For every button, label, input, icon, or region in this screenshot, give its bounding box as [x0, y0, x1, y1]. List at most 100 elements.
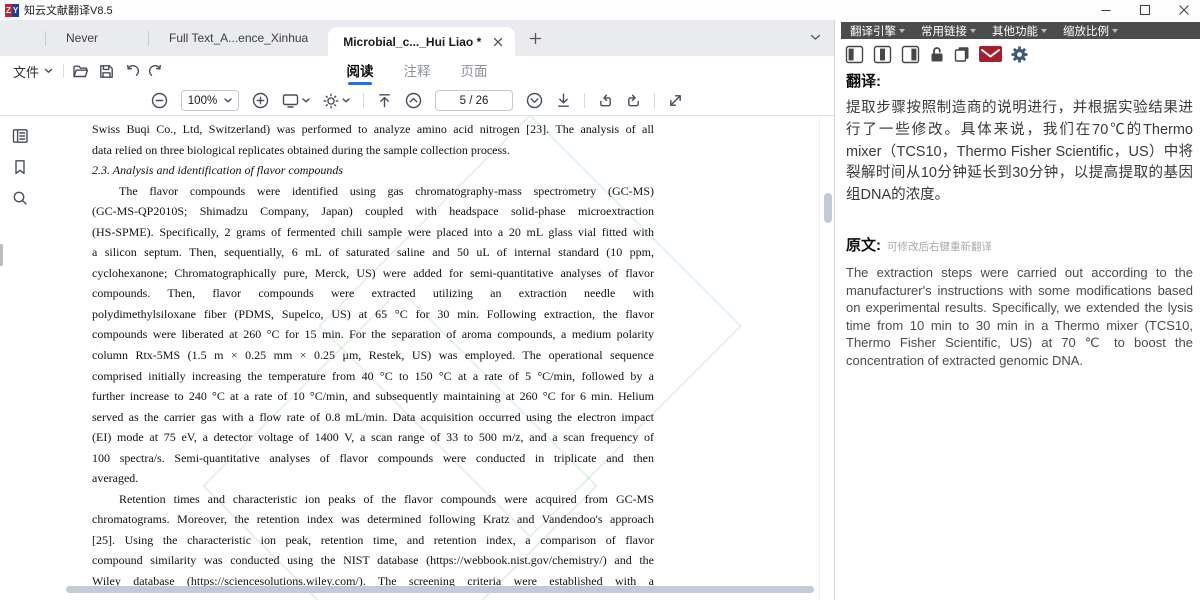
unlock-icon[interactable]	[929, 46, 945, 63]
go-to-top-icon[interactable]	[377, 93, 392, 108]
tab-read[interactable]: 阅读	[347, 56, 374, 86]
document-line[interactable]: averaged.	[92, 468, 654, 489]
rotate-right-icon[interactable]	[626, 93, 641, 108]
zoom-level-value: 100%	[188, 95, 217, 107]
horizontal-scrollbar-thumb[interactable]	[66, 586, 814, 593]
menu-translation-engine[interactable]: 翻译引擎	[850, 23, 905, 39]
minimize-button[interactable]	[1100, 4, 1112, 16]
toolbar-divider	[584, 93, 585, 108]
document-line[interactable]: served as the carrier gas with a flow ra…	[92, 407, 654, 428]
document-line[interactable]: cyclohexanone; Chromatographically pure,…	[92, 263, 654, 284]
vertical-scrollbar[interactable]	[819, 116, 833, 600]
document-line[interactable]: 100 spectra/s. Semi-quantitative analyse…	[92, 448, 654, 469]
document-line[interactable]: further increase to 240 °C at a rate of …	[92, 386, 654, 407]
document-line[interactable]: compounds. Then, flavor compounds were e…	[92, 283, 654, 304]
document-line[interactable]: column Rtx-5MS (1.5 m × 0.25 mm × 0.25 μ…	[92, 345, 654, 366]
maximize-button[interactable]	[1139, 4, 1151, 16]
search-icon[interactable]	[12, 190, 28, 206]
go-to-bottom-icon[interactable]	[556, 93, 571, 108]
tab-fulltext[interactable]: Full Text_A...ence_Xinhua	[149, 20, 328, 56]
redo-icon[interactable]	[149, 64, 164, 78]
tab-microbial-active[interactable]: Microbial_c..._Hui Liao *	[328, 27, 515, 56]
chevron-down-icon	[302, 98, 310, 103]
bookmark-icon[interactable]	[13, 159, 27, 175]
pdf-content-area: Swiss Buqi Co., Ltd, Switzerland) was pe…	[0, 116, 834, 600]
document-line[interactable]: (HS-SPME). Specifically, 2 grams of ferm…	[92, 222, 654, 243]
translation-text[interactable]: 提取步骤按照制造商的说明进行，并根据实验结果进行了一些修改。具体来说，我们在70…	[846, 98, 1193, 207]
open-folder-icon[interactable]	[72, 64, 89, 79]
layout-left-icon[interactable]	[845, 45, 864, 64]
menu-label: 常用链接	[921, 23, 967, 39]
menu-label: 其他功能	[992, 23, 1038, 39]
document-line[interactable]: data relied on three biological replicat…	[92, 140, 654, 161]
document-line[interactable]: comprised initially increasing the tempe…	[92, 366, 654, 387]
section-heading[interactable]: 2.3. Analysis and identification of flav…	[92, 160, 654, 181]
menu-zoom-ratio[interactable]: 缩放比例	[1063, 23, 1118, 39]
caret-down-icon	[899, 29, 905, 33]
copy-icon[interactable]	[954, 46, 970, 62]
original-hint: 可修改后右键重新翻译	[887, 239, 992, 254]
display-mode-icon	[282, 93, 299, 108]
tab-annotation[interactable]: 注释	[404, 56, 431, 86]
thumbnails-outline-icon[interactable]	[12, 128, 29, 144]
document-line[interactable]: polydimethylsiloxane fiber (PDMS, Supelc…	[92, 304, 654, 325]
tab-never[interactable]: Never	[46, 20, 118, 56]
original-text[interactable]: The extraction steps were carried out ac…	[846, 264, 1193, 370]
layout-middle-icon[interactable]	[873, 45, 892, 64]
document-line[interactable]: compound similarity was conducted using …	[92, 550, 654, 571]
close-button[interactable]	[1178, 4, 1190, 16]
menu-common-links[interactable]: 常用链接	[921, 23, 976, 39]
page-number-input[interactable]	[435, 90, 513, 111]
pdf-page-text[interactable]: Swiss Buqi Co., Ltd, Switzerland) was pe…	[92, 119, 654, 592]
menu-other-functions[interactable]: 其他功能	[992, 23, 1047, 39]
chevron-down-icon	[342, 98, 350, 103]
document-line[interactable]: chromatograms. Moreover, the retention i…	[92, 509, 654, 530]
page-display-mode-dropdown[interactable]	[282, 93, 310, 108]
tab-annotation-label: 注释	[404, 64, 431, 79]
zoom-level-dropdown[interactable]: 100%	[181, 90, 239, 111]
tab-page[interactable]: 页面	[461, 56, 488, 86]
expand-fullscreen-icon[interactable]	[668, 93, 683, 108]
rotate-left-icon[interactable]	[598, 93, 613, 108]
original-label: 原文:	[846, 234, 881, 255]
document-line[interactable]: The flavor compounds were identified usi…	[92, 181, 654, 202]
app-title: 知云文献翻译V8.5	[24, 2, 113, 18]
document-line[interactable]: [25]. Using the characteristic ion peak,…	[92, 530, 654, 551]
tab-read-label: 阅读	[347, 64, 374, 79]
menu-divider	[63, 64, 64, 78]
chevron-down-icon	[44, 68, 53, 74]
active-tab-underline	[348, 82, 372, 85]
translation-label: 翻译:	[846, 70, 1193, 91]
document-line[interactable]: a silicon septum. Then, sequentially, 6 …	[92, 242, 654, 263]
document-line[interactable]: Swiss Buqi Co., Ltd, Switzerland) was pe…	[92, 119, 654, 140]
file-menu[interactable]: 文件	[0, 62, 53, 81]
undo-icon[interactable]	[124, 64, 139, 78]
translation-menubar: 翻译引擎 常用链接 其他功能 缩放比例	[841, 22, 1200, 39]
menu-label: 翻译引擎	[850, 23, 896, 39]
brightness-dropdown[interactable]	[323, 93, 350, 109]
layout-right-icon[interactable]	[901, 45, 920, 64]
caret-down-icon	[1041, 29, 1047, 33]
pdf-toolbar: 100%	[0, 86, 834, 116]
document-line[interactable]: (GC-MS-QP2010S; Shimadzu Company, Japan)…	[92, 201, 654, 222]
document-line[interactable]: (EI) mode at 75 eV, a detector voltage o…	[92, 427, 654, 448]
zoom-in-icon[interactable]	[252, 92, 269, 109]
next-page-icon[interactable]	[526, 92, 543, 109]
toolbar-divider	[363, 93, 364, 108]
save-icon[interactable]	[99, 64, 114, 79]
document-line[interactable]: compounds were liberated at 260 °C for 1…	[92, 324, 654, 345]
menu-row: 文件 阅读 注释 页面	[0, 56, 834, 86]
settings-gear-icon[interactable]	[1011, 46, 1028, 63]
tab-close-icon[interactable]	[493, 37, 503, 47]
panel-resize-handle[interactable]	[0, 244, 3, 266]
tab-overflow-chevron-icon[interactable]	[810, 34, 821, 41]
document-line[interactable]: Retention times and characteristic ion p…	[92, 489, 654, 510]
zoom-out-icon[interactable]	[151, 92, 168, 109]
tab-label: Never	[66, 31, 98, 45]
new-tab-button[interactable]	[529, 32, 542, 45]
mail-icon[interactable]	[979, 46, 1002, 62]
caret-down-icon	[970, 29, 976, 33]
previous-page-icon[interactable]	[405, 92, 422, 109]
vertical-scrollbar-thumb[interactable]	[824, 193, 832, 223]
translation-pane: 翻译引擎 常用链接 其他功能 缩放比例 翻译: 提取步骤按照制造商的说明进行，并…	[834, 0, 1200, 600]
